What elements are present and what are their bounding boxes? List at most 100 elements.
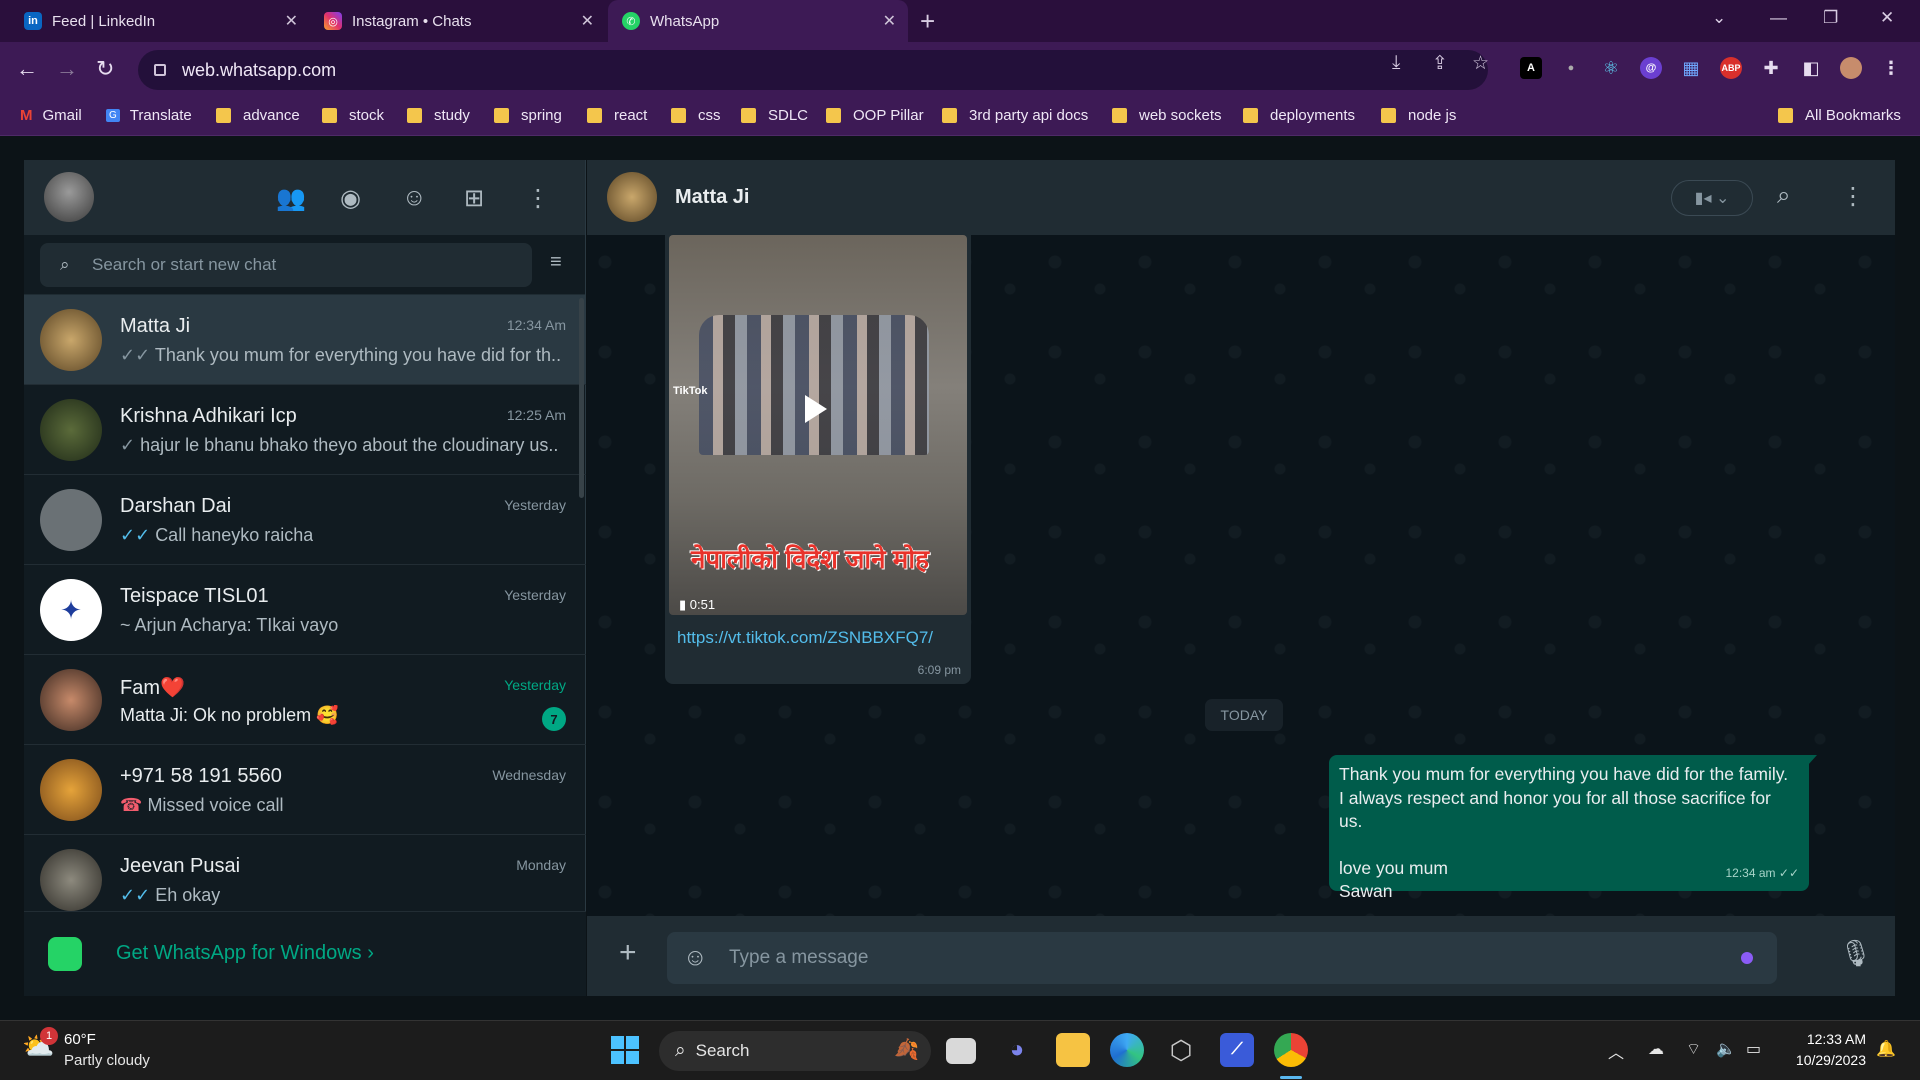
- chevron-up-icon[interactable]: ︿: [1608, 1039, 1624, 1063]
- teams-chat-icon[interactable]: ◕: [1000, 1033, 1034, 1067]
- bookmark-spring[interactable]: spring: [494, 107, 562, 124]
- install-app-icon[interactable]: ⤓: [1392, 52, 1400, 74]
- chrome-icon[interactable]: [1274, 1033, 1308, 1067]
- weather-widget[interactable]: ⛅ 1: [22, 1027, 58, 1065]
- bookmark-advance[interactable]: advance: [216, 107, 300, 124]
- search-icon[interactable]: ⌕: [1777, 182, 1790, 210]
- vscode-alt-icon[interactable]: ⟋: [1220, 1033, 1254, 1067]
- search-input[interactable]: [92, 255, 472, 275]
- instagram-icon: ◎: [324, 12, 342, 30]
- weather-desc: Partly cloudy: [64, 1052, 150, 1069]
- attach-plus-icon[interactable]: +: [619, 936, 637, 970]
- chat-item-darshan[interactable]: Darshan Dai Yesterday ✓✓ Call haneyko ra…: [24, 475, 586, 565]
- extension-purple-icon[interactable]: @: [1640, 57, 1662, 79]
- bookmark-node-js[interactable]: node js: [1381, 107, 1456, 124]
- bookmark-3rd-party-api-docs[interactable]: 3rd party api docs: [942, 107, 1088, 124]
- unity-icon[interactable]: ⬡: [1164, 1033, 1198, 1067]
- menu-icon[interactable]: ⋮: [526, 184, 550, 213]
- bookmark-sdlc[interactable]: SDLC: [741, 107, 808, 124]
- file-explorer-icon[interactable]: [1056, 1033, 1090, 1067]
- microphone-icon[interactable]: 🎙: [1839, 938, 1872, 969]
- tab-instagram[interactable]: ◎ Instagram • Chats ✕: [310, 0, 606, 42]
- task-view-icon[interactable]: [946, 1038, 976, 1064]
- start-button[interactable]: [608, 1033, 642, 1067]
- address-bar[interactable]: web.whatsapp.com: [138, 50, 1488, 90]
- restore-button[interactable]: ❐: [1823, 8, 1838, 28]
- chat-list-scrollbar[interactable]: [579, 298, 584, 498]
- browser-menu-icon[interactable]: ⋮: [1880, 57, 1902, 79]
- battery-icon[interactable]: ▭: [1746, 1039, 1761, 1059]
- bookmark-stock[interactable]: stock: [322, 107, 384, 124]
- outgoing-message[interactable]: Thank you mum for everything you have di…: [1329, 755, 1817, 901]
- extension-grid-icon[interactable]: ▦: [1680, 57, 1702, 79]
- contact-name[interactable]: Matta Ji: [675, 186, 749, 209]
- close-tab-icon[interactable]: ✕: [285, 11, 298, 31]
- extension-a-icon[interactable]: A: [1520, 57, 1542, 79]
- back-icon[interactable]: ←: [16, 56, 38, 82]
- bookmark-deployments[interactable]: deployments: [1243, 107, 1355, 124]
- menu-icon[interactable]: ⋮: [1841, 182, 1865, 211]
- profile-avatar[interactable]: [1840, 57, 1862, 79]
- bookmark-react[interactable]: react: [587, 107, 647, 124]
- edge-icon[interactable]: [1110, 1033, 1144, 1067]
- close-tab-icon[interactable]: ✕: [581, 11, 594, 31]
- bookmark-translate[interactable]: G Translate: [106, 107, 192, 124]
- tiktok-link[interactable]: https://vt.tiktok.com/ZSNBBXFQ7/: [677, 628, 933, 648]
- get-app-banner[interactable]: Get WhatsApp for Windows ›: [24, 911, 586, 996]
- bookmark-web-sockets[interactable]: web sockets: [1112, 107, 1222, 124]
- filter-icon[interactable]: ≡: [550, 251, 562, 274]
- all-bookmarks[interactable]: All Bookmarks: [1778, 107, 1901, 124]
- bookmark-label: SDLC: [768, 107, 809, 124]
- extension-mouse-icon[interactable]: ●: [1560, 57, 1582, 79]
- chat-item-krishna[interactable]: Krishna Adhikari Icp 12:25 Am ✓ hajur le…: [24, 385, 586, 475]
- get-app-link[interactable]: Get WhatsApp for Windows ›: [116, 942, 374, 965]
- reload-icon[interactable]: ↻: [96, 56, 114, 82]
- extensions-puzzle-icon[interactable]: ✚: [1760, 57, 1782, 79]
- incoming-video-message[interactable]: TikTok नेपालीको विदेश जाने मोह ▮ 0:51 ht…: [665, 235, 971, 684]
- message-box[interactable]: ☺: [667, 932, 1777, 984]
- minimize-button[interactable]: —: [1770, 8, 1787, 28]
- clock-time[interactable]: 12:33 AM: [1780, 1031, 1866, 1047]
- wifi-icon[interactable]: ⌔: [1686, 1039, 1701, 1059]
- bookmark-gmail[interactable]: M Gmail: [20, 107, 82, 124]
- communities-icon[interactable]: 👥: [276, 184, 306, 213]
- emoji-icon[interactable]: ☺: [683, 944, 708, 972]
- status-icon[interactable]: ◉: [340, 184, 361, 213]
- bookmark-study[interactable]: study: [407, 107, 470, 124]
- chat-item-jeevan[interactable]: Jeevan Pusai Monday ✓✓ Eh okay: [24, 835, 586, 911]
- message-input[interactable]: [729, 947, 1629, 969]
- chat-item-matta-ji[interactable]: Matta Ji 12:34 Am ✓✓ Thank you mum for e…: [24, 295, 586, 385]
- chat-item-fam[interactable]: Fam❤️ Yesterday Matta Ji: Ok no problem …: [24, 655, 586, 745]
- onedrive-icon[interactable]: ☁: [1648, 1039, 1664, 1059]
- contact-avatar[interactable]: [607, 172, 657, 222]
- play-icon[interactable]: [805, 395, 827, 423]
- share-icon[interactable]: ⇪: [1432, 52, 1448, 75]
- chat-item-phone[interactable]: +971 58 191 5560 Wednesday ☎ Missed voic…: [24, 745, 586, 835]
- channels-icon[interactable]: ☺: [402, 184, 427, 212]
- adblock-icon[interactable]: ABP: [1720, 57, 1742, 79]
- side-panel-icon[interactable]: ◧: [1800, 57, 1822, 79]
- close-tab-icon[interactable]: ✕: [883, 11, 896, 31]
- conversation-header[interactable]: Matta Ji ▮◂ ⌄ ⌕ ⋮: [587, 160, 1895, 235]
- video-call-button[interactable]: ▮◂ ⌄: [1671, 180, 1753, 216]
- bookmark-star-icon[interactable]: ☆: [1472, 52, 1489, 75]
- tab-whatsapp[interactable]: ✆ WhatsApp ✕: [608, 0, 908, 42]
- clock-date[interactable]: 10/29/2023: [1780, 1052, 1866, 1068]
- volume-icon[interactable]: 🔈: [1716, 1039, 1736, 1059]
- bookmark-oop-pillar[interactable]: OOP Pillar: [826, 107, 924, 124]
- chat-search[interactable]: ⌕: [40, 243, 532, 287]
- taskbar-search[interactable]: ⌕ Search 🍂: [659, 1031, 931, 1071]
- notifications-icon[interactable]: 🔔: [1876, 1039, 1896, 1059]
- new-chat-icon[interactable]: ⊞: [464, 184, 484, 213]
- avatar: [40, 309, 102, 371]
- react-devtools-icon[interactable]: ⚛: [1600, 57, 1622, 79]
- new-tab-button[interactable]: +: [920, 6, 935, 37]
- tab-search-icon[interactable]: ⌄: [1712, 8, 1726, 28]
- chat-item-teispace[interactable]: ✦ Teispace TISL01 Yesterday ~ Arjun Acha…: [24, 565, 586, 655]
- my-avatar[interactable]: [44, 172, 94, 222]
- close-window-button[interactable]: ✕: [1880, 8, 1894, 28]
- video-thumbnail[interactable]: TikTok नेपालीको विदेश जाने मोह ▮ 0:51: [669, 235, 967, 615]
- tab-linkedin[interactable]: in Feed | LinkedIn ✕: [10, 0, 310, 42]
- bookmark-css[interactable]: css: [671, 107, 721, 124]
- forward-icon[interactable]: →: [56, 56, 78, 82]
